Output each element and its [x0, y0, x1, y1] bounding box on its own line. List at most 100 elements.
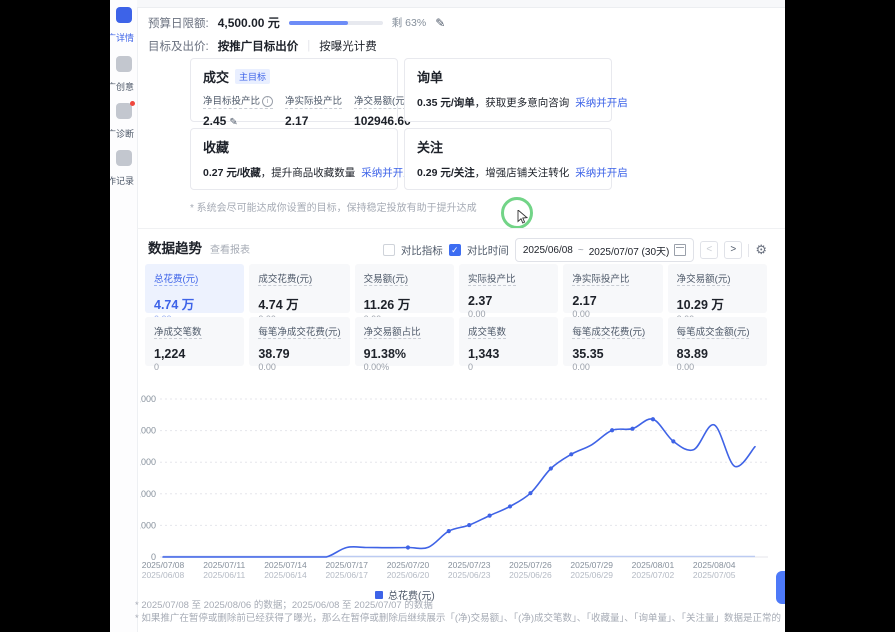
campaign-detail-window: 推广详情 推广创意 推广诊断 操作记录 预算日限额: 4,500.00 元 剩 … [110, 0, 785, 632]
svg-text:2025/08/04: 2025/08/04 [693, 560, 736, 570]
metric-compare-value: 0.00 [677, 362, 758, 372]
svg-text:2025/06/08: 2025/06/08 [142, 570, 185, 580]
tab-bid-by-impression[interactable]: 按曝光计费 [319, 38, 377, 54]
date-range-input[interactable]: 2025/06/08 ~ 2025/07/07 (30天) [515, 238, 695, 262]
svg-text:2025/07/05: 2025/07/05 [693, 570, 736, 580]
svg-text:2025/07/14: 2025/07/14 [264, 560, 307, 570]
svg-text:2025/06/11: 2025/06/11 [203, 570, 245, 580]
diagnose-icon [116, 103, 132, 119]
sidebar-item-label: 操作记录 [110, 174, 134, 187]
trend-line-chart: 01,0002,0003,0004,0005,0002025/07/082025… [140, 390, 780, 585]
metric-value: 38.79 [258, 347, 340, 361]
metric-card[interactable]: 总花费(元) 4.74 万 0.00 [145, 264, 244, 313]
sidebar-item[interactable]: 推广诊断 [110, 103, 136, 140]
sidebar-item[interactable]: 推广创意 [110, 56, 136, 93]
trend-header: 数据趋势 查看报表 [148, 237, 250, 257]
metric-card[interactable]: 净成交笔数 1,224 0 [145, 317, 244, 366]
metric-compare-value: 0.00 [258, 362, 340, 372]
date-end: 2025/07/07 (30天) [589, 243, 670, 258]
controls-divider [748, 244, 749, 257]
metric-card[interactable]: 净交易额占比 91.38% 0.00% [355, 317, 454, 366]
svg-text:2025/06/23: 2025/06/23 [448, 570, 491, 580]
svg-text:3,000: 3,000 [140, 457, 156, 467]
date-start: 2025/06/08 [523, 245, 573, 256]
metric-card[interactable]: 净交易额(元) 10.29 万 0.00 [668, 264, 767, 313]
svg-text:2025/07/17: 2025/07/17 [325, 560, 368, 570]
metric-card[interactable]: 实际投产比 2.37 0.00 [459, 264, 558, 313]
budget-value: 4,500.00 元 [218, 14, 280, 31]
sidebar-item[interactable]: 操作记录 [110, 150, 136, 187]
goal-metric-label: 净实际投产比 [285, 93, 342, 109]
svg-text:2025/06/29: 2025/06/29 [570, 570, 613, 580]
goal-note: * 系统会尽可能达成你设置的目标，保持稳定投放有助于提升达成 [190, 199, 477, 214]
metric-value: 2.17 [572, 294, 653, 308]
svg-text:2025/07/08: 2025/07/08 [142, 560, 185, 570]
edit-pencil-icon[interactable]: ✎ [435, 16, 445, 30]
compare-metric-checkbox[interactable] [383, 244, 395, 256]
goal-card-title: 成交主目标 [203, 67, 385, 86]
trend-controls: 对比指标 ✓ 对比时间 2025/06/08 ~ 2025/07/07 (30天… [383, 238, 767, 262]
metric-card[interactable]: 每笔成交金额(元) 83.89 0.00 [668, 317, 767, 366]
sidebar-item[interactable]: 推广详情 [110, 7, 136, 44]
idea-icon [116, 56, 132, 72]
goal-card-关注: 关注0.29 元/关注，增强店铺关注转化采纳并开启 [404, 128, 612, 190]
metric-card[interactable]: 每笔净成交花费(元) 38.79 0.00 [249, 317, 349, 366]
goal-card-title: 关注 [417, 137, 599, 156]
metric-label: 每笔成交金额(元) [677, 324, 750, 339]
metric-card[interactable]: 成交花费(元) 4.74 万 0.00 [249, 264, 349, 313]
goal-card-title: 询单 [417, 67, 599, 86]
primary-goal-badge: 主目标 [235, 69, 270, 84]
chevron-right-icon[interactable]: > [724, 241, 742, 259]
goal-metric-label: 净目标投产比i [203, 93, 273, 109]
compare-time-label[interactable]: 对比时间 [467, 243, 509, 258]
tab-bid-by-goal[interactable]: 按推广目标出价 [218, 38, 299, 54]
svg-text:2025/07/20: 2025/07/20 [387, 560, 430, 570]
screen-background: 推广详情 推广创意 推广诊断 操作记录 预算日限额: 4,500.00 元 剩 … [0, 0, 895, 632]
edit-pencil-icon[interactable]: ✎ [229, 117, 237, 128]
bidding-row: 目标及出价: 按推广目标出价 | 按曝光计费 [148, 38, 377, 54]
info-icon[interactable]: i [262, 96, 273, 107]
bidding-label: 目标及出价: [148, 38, 209, 54]
budget-label: 预算日限额: [148, 15, 209, 31]
adopt-enable-link[interactable]: 采纳并开启 [575, 167, 628, 179]
svg-text:2025/07/26: 2025/07/26 [509, 560, 552, 570]
date-separator: ~ [578, 245, 584, 256]
view-report-link[interactable]: 查看报表 [210, 241, 250, 256]
metric-card[interactable]: 每笔成交花费(元) 35.35 0.00 [563, 317, 662, 366]
adopt-enable-link[interactable]: 采纳并开启 [575, 97, 628, 109]
compare-metric-label[interactable]: 对比指标 [401, 243, 443, 258]
floating-side-button[interactable] [776, 571, 785, 604]
metric-label: 净实际投产比 [572, 271, 629, 286]
trend-title: 数据趋势 [148, 237, 202, 257]
goal-metric-value: 2.17 [285, 114, 342, 128]
budget-slider[interactable] [289, 21, 383, 25]
trend-metrics-grid: 总花费(元) 4.74 万 0.00成交花费(元) 4.74 万 0.00交易额… [145, 264, 767, 366]
svg-text:2,000: 2,000 [140, 489, 156, 499]
metric-label: 净交易额(元) [677, 271, 731, 286]
history-icon [116, 150, 132, 166]
metric-compare-value: 0 [154, 362, 235, 372]
svg-text:2025/07/11: 2025/07/11 [203, 560, 245, 570]
budget-remaining: 剩 63% [392, 15, 426, 30]
metric-label: 净交易额占比 [364, 324, 421, 339]
metric-card[interactable]: 成交笔数 1,343 0 [459, 317, 558, 366]
metric-value: 2.37 [468, 294, 549, 308]
svg-text:2025/06/14: 2025/06/14 [264, 570, 307, 580]
metric-label: 总花费(元) [154, 271, 198, 286]
chevron-left-icon[interactable]: < [700, 241, 718, 259]
metric-value: 83.89 [677, 347, 758, 361]
metric-value: 91.38% [364, 347, 445, 361]
metric-value: 1,224 [154, 347, 235, 361]
notification-dot [130, 101, 135, 106]
cursor-arrow-icon [517, 210, 529, 225]
metric-compare-value: 0.00 [572, 362, 653, 372]
metric-label: 成交笔数 [468, 324, 506, 339]
settings-gear-icon[interactable]: ⚙ [755, 242, 767, 258]
metric-label: 净成交笔数 [154, 324, 202, 339]
metric-card[interactable]: 净实际投产比 2.17 0.00 [563, 264, 662, 313]
metric-card[interactable]: 交易额(元) 11.26 万 0.00 [355, 264, 454, 313]
click-indicator [501, 197, 533, 229]
compare-time-checkbox[interactable]: ✓ [449, 244, 461, 256]
svg-text:2025/07/29: 2025/07/29 [570, 560, 613, 570]
metric-compare-value: 0 [468, 362, 549, 372]
